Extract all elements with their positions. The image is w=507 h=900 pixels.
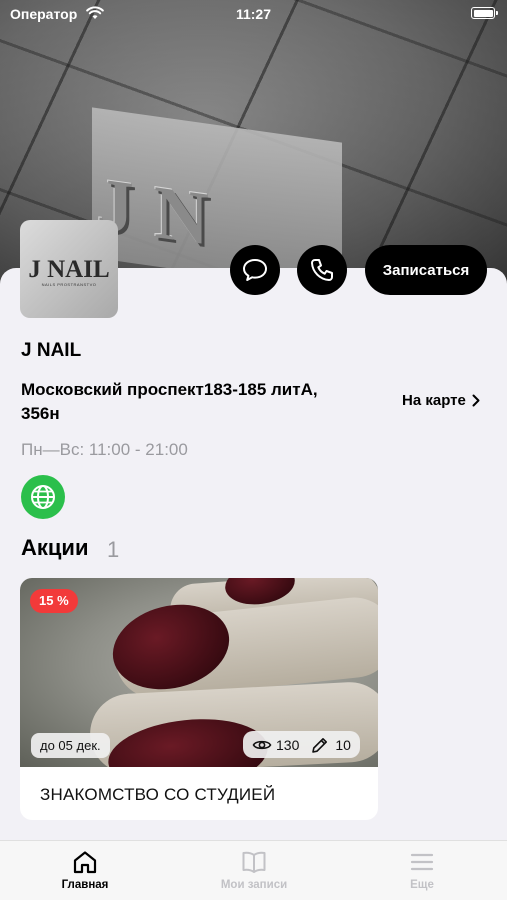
promotions-count: 1	[107, 537, 120, 562]
edits-count: 10	[335, 736, 351, 753]
call-button[interactable]	[297, 245, 347, 295]
pencil-icon	[312, 737, 328, 753]
menu-icon	[410, 853, 434, 871]
battery-icon	[471, 7, 498, 19]
tab-my-records[interactable]: Мои записи	[194, 849, 314, 891]
clock: 11:27	[235, 6, 272, 22]
book-icon	[242, 851, 266, 873]
chevron-right-icon	[472, 394, 480, 407]
promotion-card[interactable]: 15 % до 05 дек. 130 10 ЗНАКОМСТВО СО СТУ…	[20, 578, 378, 820]
logo-title: J NAIL	[28, 256, 110, 283]
website-button[interactable]	[21, 475, 65, 519]
salon-address: Московский проспект183-185 литА, 356н	[21, 380, 318, 423]
tab-more[interactable]: Еще	[362, 849, 482, 891]
status-bar: Оператор 11:27	[0, 0, 507, 30]
phone-icon	[311, 259, 333, 281]
chat-bubble-icon	[243, 259, 267, 281]
promotion-title: ЗНАКОМСТВО СО СТУДИЕЙ	[40, 785, 276, 804]
tab-home[interactable]: Главная	[25, 849, 145, 891]
salon-name: J NAIL	[21, 340, 82, 361]
tab-more-label: Еще	[410, 879, 434, 891]
discount-badge: 15 %	[30, 589, 78, 613]
tab-home-label: Главная	[61, 879, 109, 891]
chat-button[interactable]	[230, 245, 280, 295]
book-appointment-button[interactable]: Записаться	[365, 245, 487, 295]
working-hours: Пн—Вс: 11:00 - 21:00	[21, 440, 188, 459]
eye-icon	[252, 740, 272, 749]
promotion-image: 15 % до 05 дек. 130 10	[20, 578, 378, 767]
show-on-map-link[interactable]: На карте	[402, 392, 480, 409]
promotion-end-date: до 05 дек.	[31, 733, 110, 758]
promotions-heading: Акции	[21, 535, 89, 560]
globe-icon	[31, 485, 55, 509]
tab-bar: Главная Мои записи Еще	[0, 840, 507, 900]
logo-subtitle: NAILS PROSTRANSTVO	[41, 282, 97, 287]
tab-my-records-label: Мои записи	[220, 879, 288, 891]
salon-logo: J NAIL NAILS PROSTRANSTVO	[20, 220, 118, 318]
map-link-label: На карте	[402, 392, 466, 409]
promotion-stats: 130 10	[243, 731, 360, 758]
views-count: 130	[276, 736, 300, 753]
home-icon	[73, 851, 97, 874]
